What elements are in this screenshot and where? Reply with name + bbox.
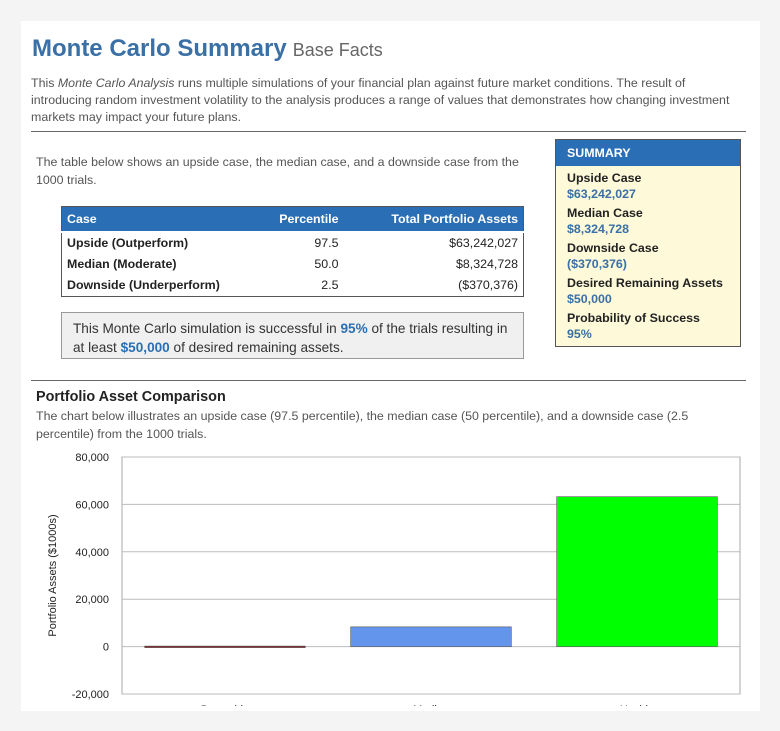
x-tick-label: Upside <box>620 704 654 706</box>
table-header-row: Case Percentile Total Portfolio Assets <box>61 206 524 233</box>
summary-label: Desired Remaining Assets <box>567 276 723 290</box>
table-row: Median (Moderate) 50.0 $8,324,728 <box>62 253 524 275</box>
y-tick-label: 0 <box>103 642 109 654</box>
table-description: The table below shows an upside case, th… <box>36 155 519 187</box>
summary-value: $8,324,728 <box>567 222 630 236</box>
case-total-assets: ($370,376) <box>458 278 518 292</box>
y-tick-label: 40,000 <box>75 547 109 559</box>
summary-value: $63,242,027 <box>567 187 636 201</box>
x-tick-label: Downside <box>201 704 249 706</box>
chart-description: The chart below illustrates an upside ca… <box>36 409 689 441</box>
intro-paragraph: This Monte Carlo Analysis runs multiple … <box>31 75 731 126</box>
table-row: Downside (Underperform) 2.5 ($370,376) <box>62 275 524 297</box>
page-subtitle: Base Facts <box>292 40 383 60</box>
summary-item-median: Median Case $8,324,728 <box>567 206 729 237</box>
summary-item-desired-assets: Desired Remaining Assets $50,000 <box>567 276 729 307</box>
summary-label: Downside Case <box>567 241 659 255</box>
summary-item-upside: Upside Case $63,242,027 <box>567 171 729 202</box>
summary-label: Probability of Success <box>567 311 700 325</box>
y-tick-label: 60,000 <box>75 499 109 511</box>
bar-downside <box>144 645 306 648</box>
summary-item-downside: Downside Case ($370,376) <box>567 241 729 272</box>
case-percentile: 2.5 <box>321 278 339 292</box>
case-total-assets: $63,242,027 <box>343 231 524 253</box>
cases-table: Case Percentile Total Portfolio Assets U… <box>61 206 524 297</box>
case-total-assets: $8,324,728 <box>455 256 518 271</box>
summary-item-probability: Probability of Success 95% <box>567 311 729 342</box>
bar-upside <box>556 496 718 647</box>
column-header-case: Case <box>61 206 259 233</box>
case-name: Median (Moderate) <box>67 256 177 271</box>
summary-label: Upside Case <box>567 171 642 185</box>
y-axis-label: Portfolio Assets ($1000s) <box>47 514 59 636</box>
summary-value: 95% <box>567 327 592 341</box>
page-header: Monte Carlo Summary Base Facts <box>32 35 383 63</box>
success-text: of desired remaining assets. <box>169 340 344 355</box>
y-tick-label: 80,000 <box>75 452 109 464</box>
intro-text-start: This <box>31 76 58 90</box>
bar-median <box>350 626 512 647</box>
intro-emphasis: Monte Carlo Analysis <box>57 76 175 90</box>
y-tick-label: 20,000 <box>75 594 109 606</box>
case-percentile: 97.5 <box>258 231 344 253</box>
x-tick-label: Median <box>413 704 449 706</box>
column-header-total-assets: Total Portfolio Assets <box>343 206 524 233</box>
success-note: This Monte Carlo simulation is successfu… <box>61 312 524 359</box>
case-percentile: 50.0 <box>314 256 339 271</box>
summary-label: Median Case <box>567 206 643 220</box>
summary-body: Upside Case $63,242,027 Median Case $8,3… <box>556 166 740 351</box>
page-title: Monte Carlo Summary <box>32 35 287 62</box>
portfolio-bar-chart: -20,000 0 20,000 40,000 60,000 80,000 Portfoli… <box>47 452 741 706</box>
success-percentage: 95% <box>340 321 368 336</box>
y-tick-label: -20,000 <box>72 689 109 701</box>
report-card: Monte Carlo Summary Base Facts This Monte… <box>21 21 760 711</box>
divider <box>31 380 746 381</box>
case-name: Downside (Underperform) <box>67 278 220 292</box>
divider <box>31 131 746 132</box>
success-amount: $50,000 <box>120 340 170 355</box>
summary-value: $50,000 <box>567 292 612 306</box>
chart-section-title: Portfolio Asset Comparison <box>36 389 226 405</box>
summary-heading: SUMMARY <box>556 140 740 166</box>
column-header-percentile: Percentile <box>258 206 344 233</box>
summary-panel: SUMMARY Upside Case $63,242,027 Median C… <box>555 139 741 347</box>
success-text: This Monte Carlo simulation is successfu… <box>73 321 341 336</box>
table-row: Upside (Outperform) 97.5 $63,242,027 <box>61 231 524 253</box>
summary-value: ($370,376) <box>567 257 627 271</box>
case-name: Upside (Outperform) <box>61 231 259 253</box>
